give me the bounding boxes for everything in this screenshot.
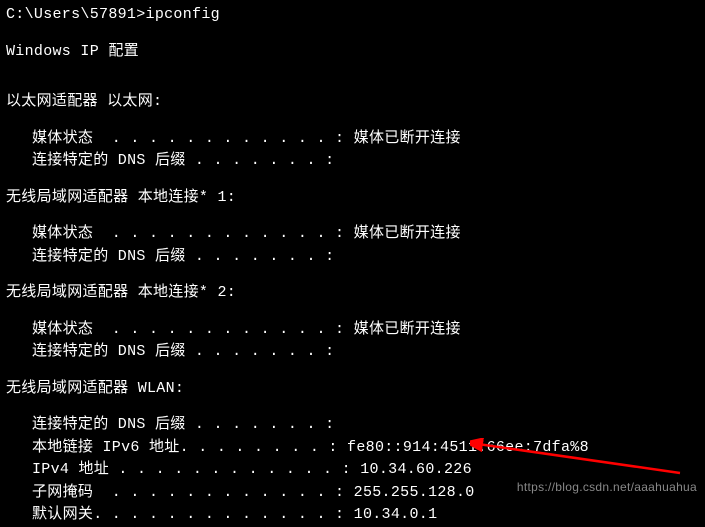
config-value: 媒体已断开连接 <box>354 321 461 338</box>
config-label: 本地链接 IPv6 地址 <box>32 439 180 456</box>
config-line: 媒体状态 . . . . . . . . . . . . : 媒体已断开连接 <box>6 128 699 151</box>
config-label: 媒体状态 <box>32 321 93 338</box>
adapter-details: 连接特定的 DNS 后缀 . . . . . . . :本地链接 IPv6 地址… <box>6 414 699 527</box>
adapter-details: 媒体状态 . . . . . . . . . . . . : 媒体已断开连接连接… <box>6 128 699 173</box>
config-dots: . . . . . . . . : <box>180 439 347 456</box>
config-line: 连接特定的 DNS 后缀 . . . . . . . : <box>6 341 699 364</box>
config-value: 255.255.128.0 <box>354 484 475 501</box>
config-value: 媒体已断开连接 <box>354 225 461 242</box>
config-dots: . . . . . . . : <box>186 248 335 265</box>
watermark: https://blog.csdn.net/aaahuahua <box>517 478 697 496</box>
config-line: 媒体状态 . . . . . . . . . . . . : 媒体已断开连接 <box>6 223 699 246</box>
config-header: Windows IP 配置 <box>6 41 699 64</box>
config-value: 10.34.0.1 <box>354 506 438 523</box>
command-prompt: C:\Users\57891>ipconfig <box>6 4 699 27</box>
config-value: 10.34.60.226 <box>360 461 472 478</box>
config-line: 默认网关. . . . . . . . . . . . . : 10.34.0.… <box>6 504 699 527</box>
config-label: 子网掩码 <box>32 484 93 501</box>
config-dots: . . . . . . . . . . . . : <box>93 130 353 147</box>
adapter-title: 无线局域网适配器 本地连接* 1: <box>6 187 699 210</box>
config-label: 连接特定的 DNS 后缀 <box>32 343 186 360</box>
config-dots: . . . . . . . . . . . . : <box>93 484 353 501</box>
adapter-title: 以太网适配器 以太网: <box>6 91 699 114</box>
config-line: 连接特定的 DNS 后缀 . . . . . . . : <box>6 246 699 269</box>
adapter-details: 媒体状态 . . . . . . . . . . . . : 媒体已断开连接连接… <box>6 223 699 268</box>
config-line: 本地链接 IPv6 地址. . . . . . . . : fe80::914:… <box>6 437 699 460</box>
config-dots: . . . . . . . . . . . . : <box>93 225 353 242</box>
config-dots: . . . . . . . : <box>186 152 335 169</box>
config-value: 媒体已断开连接 <box>354 130 461 147</box>
config-line: 连接特定的 DNS 后缀 . . . . . . . : <box>6 150 699 173</box>
config-dots: . . . . . . . . . . . . . : <box>93 506 353 523</box>
config-value: fe80::914:4511:66ee:7dfa%8 <box>347 439 589 456</box>
config-label: 连接特定的 DNS 后缀 <box>32 152 186 169</box>
config-label: 连接特定的 DNS 后缀 <box>32 416 186 433</box>
adapter-title: 无线局域网适配器 WLAN: <box>6 378 699 401</box>
terminal-output: C:\Users\57891>ipconfig Windows IP 配置以太网适… <box>6 4 699 527</box>
config-label: 媒体状态 <box>32 225 93 242</box>
config-dots: . . . . . . . . . . . . : <box>93 321 353 338</box>
config-dots: . . . . . . . : <box>186 343 335 360</box>
config-line: 连接特定的 DNS 后缀 . . . . . . . : <box>6 414 699 437</box>
adapter-details: 媒体状态 . . . . . . . . . . . . : 媒体已断开连接连接… <box>6 319 699 364</box>
config-label: 媒体状态 <box>32 130 93 147</box>
config-dots: . . . . . . . : <box>186 416 335 433</box>
config-label: IPv4 地址 <box>32 461 109 478</box>
adapter-title: 无线局域网适配器 本地连接* 2: <box>6 282 699 305</box>
config-dots: . . . . . . . . . . . . : <box>109 461 360 478</box>
config-line: 媒体状态 . . . . . . . . . . . . : 媒体已断开连接 <box>6 319 699 342</box>
config-label: 默认网关 <box>32 506 93 523</box>
config-label: 连接特定的 DNS 后缀 <box>32 248 186 265</box>
